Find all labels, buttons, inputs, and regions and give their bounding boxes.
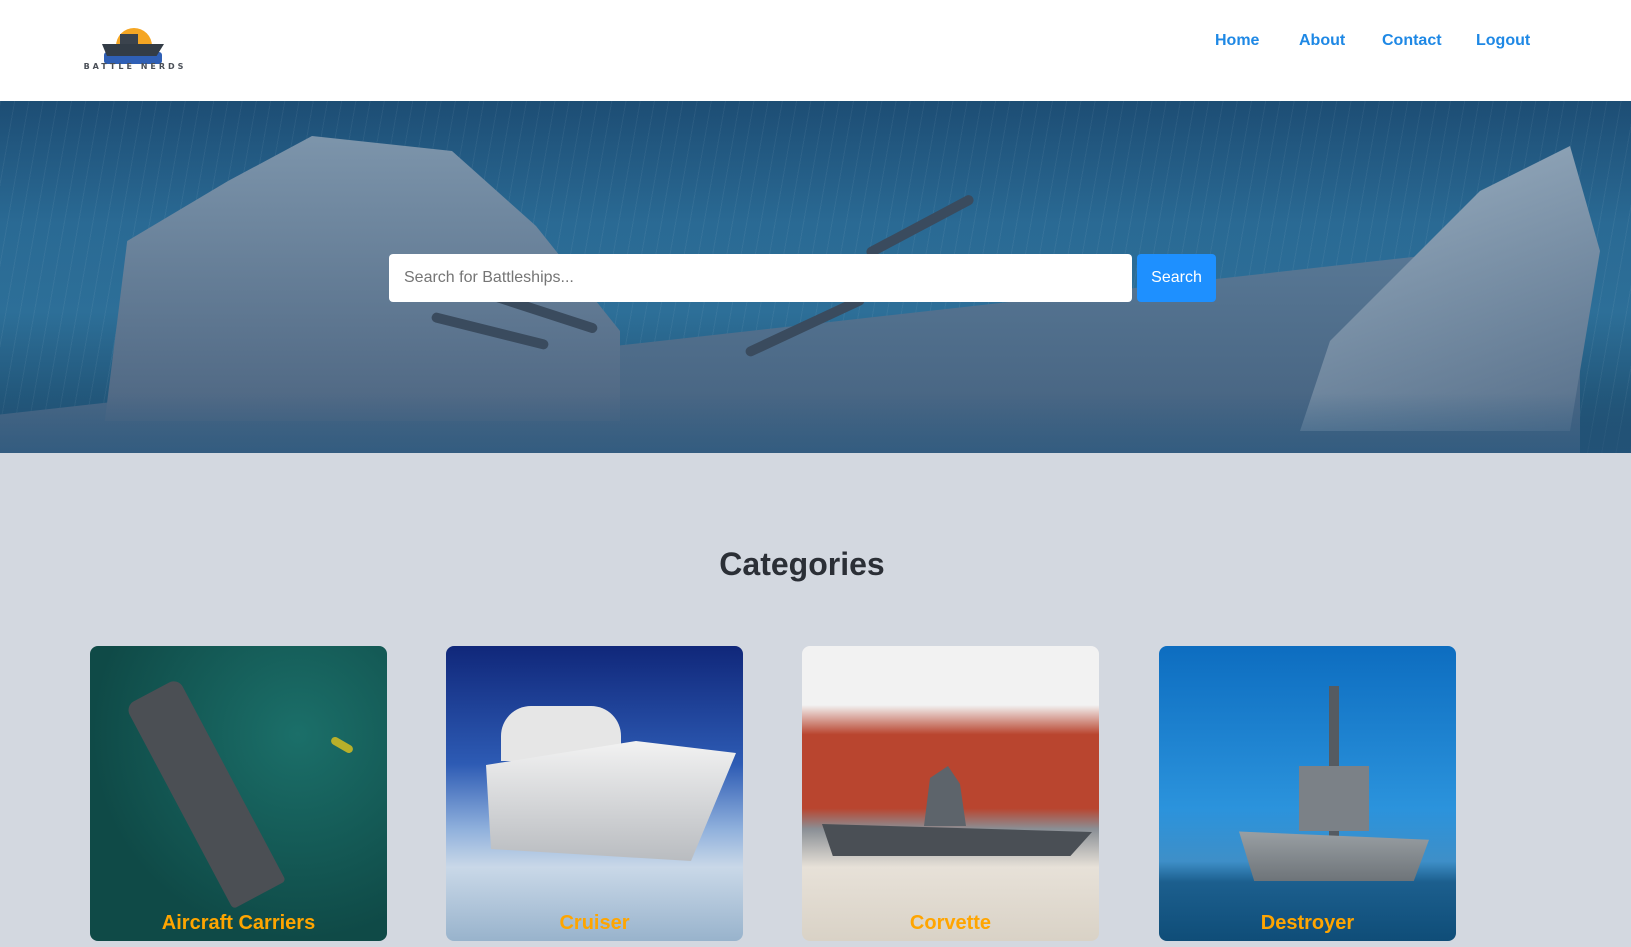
- battleship-search-input[interactable]: [389, 254, 1132, 302]
- category-label: Corvette: [909, 912, 992, 934]
- battle-nerds-logo[interactable]: BATTLE NERDS: [76, 26, 194, 74]
- nav-link-contact[interactable]: Contact: [1382, 32, 1442, 50]
- logo-ship-icon: [102, 44, 164, 56]
- cruise-ship-hull-image: [486, 741, 736, 861]
- nav-link-about[interactable]: About: [1299, 32, 1345, 50]
- category-label: Destroyer: [1260, 912, 1355, 934]
- escort-boat-image: [329, 735, 355, 755]
- destroyer-bridge-image: [1299, 766, 1369, 831]
- search-button[interactable]: Search: [1137, 254, 1216, 302]
- corvette-tower-image: [924, 766, 966, 826]
- category-card-corvette[interactable]: Corvette: [802, 646, 1099, 941]
- site-header: BATTLE NERDS Home About Contact Logout: [0, 0, 1631, 101]
- nav-link-logout[interactable]: Logout: [1476, 32, 1530, 50]
- aircraft-carrier-image: [125, 677, 286, 910]
- category-card-cruiser[interactable]: Cruiser: [446, 646, 743, 941]
- category-card-destroyer[interactable]: Destroyer: [1159, 646, 1456, 941]
- category-label: Aircraft Carriers: [161, 912, 316, 934]
- nav-link-home[interactable]: Home: [1215, 32, 1259, 50]
- category-label: Cruiser: [559, 912, 630, 934]
- category-card-aircraft-carriers[interactable]: Aircraft Carriers: [90, 646, 387, 941]
- categories-heading: Categories: [719, 546, 885, 582]
- logo-text: BATTLE NERDS: [83, 62, 187, 71]
